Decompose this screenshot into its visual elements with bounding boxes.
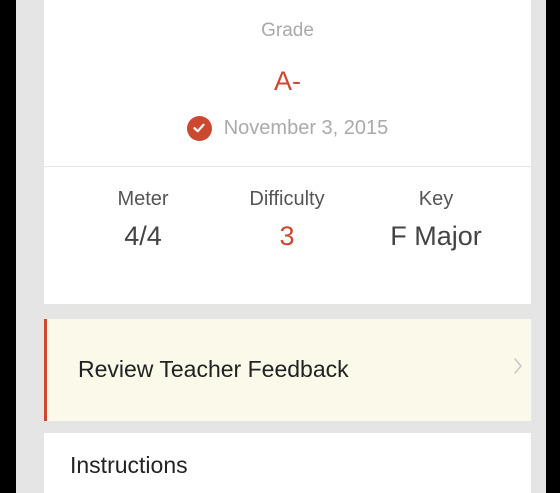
meter-value: 4/4: [124, 221, 162, 251]
submission-date: November 3, 2015: [223, 116, 389, 139]
difficulty-value: 3: [279, 221, 295, 251]
meter-label: Meter: [117, 188, 169, 210]
grade-summary-card: Grade A- November 3, 2015 Meter 4/4 Diff…: [44, 0, 531, 304]
difficulty-label: Difficulty: [249, 188, 325, 210]
review-feedback-label: Review Teacher Feedback: [78, 356, 349, 382]
grade-value: A-: [274, 66, 301, 96]
key-value: F Major: [390, 221, 482, 251]
feedback-accent-bar: [44, 319, 47, 421]
divider: [44, 166, 531, 167]
key-stat: Key F Major: [356, 188, 516, 252]
instructions-row[interactable]: Instructions: [44, 433, 531, 493]
review-feedback-row[interactable]: Review Teacher Feedback: [44, 319, 531, 421]
submission-date-row: November 3, 2015: [44, 113, 531, 143]
check-circle-icon: [186, 115, 212, 141]
grade-label: Grade: [261, 20, 314, 41]
key-label: Key: [418, 188, 454, 210]
difficulty-stat: Difficulty 3: [207, 188, 367, 252]
app-screen: Grade A- November 3, 2015 Meter 4/4 Diff…: [16, 0, 546, 493]
instructions-label: Instructions: [70, 452, 188, 478]
chevron-right-icon: [513, 357, 523, 380]
meter-stat: Meter 4/4: [63, 188, 223, 252]
